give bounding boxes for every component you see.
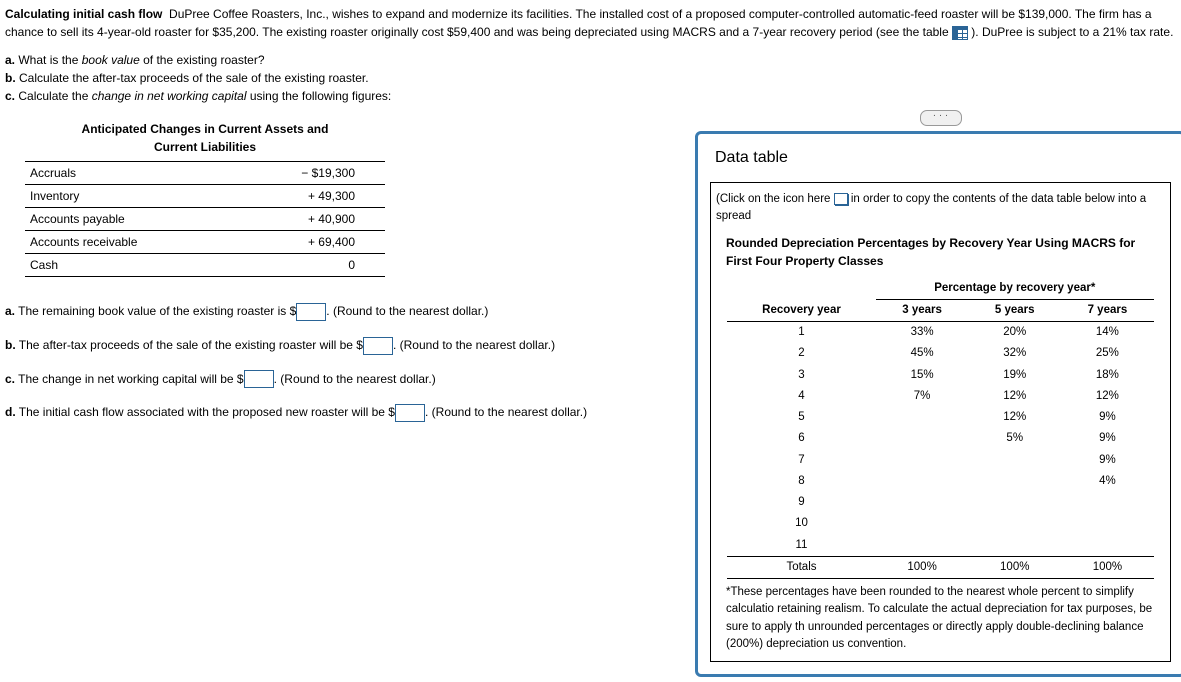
answer-a: a.a. The remaining book value of the exi… [5,302,685,321]
answer-d: d. The initial cash flow associated with… [5,403,685,422]
input-c[interactable] [244,370,274,388]
panel-title: Data table [715,146,1171,170]
super-header: Percentage by recovery year* [876,278,1154,300]
col-header: 3 years [876,299,969,321]
input-b[interactable] [363,337,393,355]
totals-row: Totals 100% 100% 100% [727,556,1154,578]
col-header: Recovery year [727,299,876,321]
table-row: 47%12%12% [727,386,1154,407]
table-row: Accruals− $19,300 [25,162,385,185]
answer-b: b. The after-tax proceeds of the sale of… [5,336,685,355]
changes-title-1: Anticipated Changes in Current Assets an… [82,122,329,136]
question-c: c. Calculate the change in net working c… [5,87,1181,105]
changes-table: Anticipated Changes in Current Assets an… [25,120,685,277]
table-row: Cash0 [25,254,385,277]
table-row: 10 [727,513,1154,534]
table-icon[interactable] [952,26,968,40]
question-b: b. Calculate the after-tax proceeds of t… [5,69,1181,87]
problem-intro: Calculating initial cash flow DuPree Cof… [5,5,1181,41]
click-note: (Click on the icon here in order to copy… [716,191,1165,226]
question-a: a. What is the book value of the existin… [5,51,1181,69]
answer-c: c. The change in net working capital wil… [5,370,685,389]
intro-end: ). DuPree is subject to a 21% tax rate. [968,25,1173,39]
col-header: 7 years [1061,299,1154,321]
macrs-title: Rounded Depreciation Percentages by Reco… [726,234,1165,270]
copy-icon[interactable] [834,193,848,205]
table-row: 11 [727,535,1154,557]
table-row: 315%19%18% [727,365,1154,386]
table-row: Accounts receivable+ 69,400 [25,231,385,254]
table-row: 512%9% [727,407,1154,428]
table-row: 245%32%25% [727,343,1154,364]
table-row: 9 [727,492,1154,513]
col-header: 5 years [968,299,1061,321]
footnote: *These percentages have been rounded to … [716,584,1165,653]
data-panel: Data table (Click on the icon here in or… [695,131,1181,677]
input-d[interactable] [395,404,425,422]
input-a[interactable] [296,303,326,321]
table-row: Inventory+ 49,300 [25,185,385,208]
macrs-table: Percentage by recovery year* Recovery ye… [727,278,1154,580]
ellipsis-button[interactable]: · · · [920,110,962,126]
table-row: 65%9% [727,428,1154,449]
problem-title: Calculating initial cash flow [5,7,162,21]
table-row: Accounts payable+ 40,900 [25,208,385,231]
table-row: 79% [727,450,1154,471]
table-row: 84% [727,471,1154,492]
changes-title-2: Current Liabilities [154,140,256,154]
table-row: 133%20%14% [727,322,1154,344]
sub-questions: a. What is the book value of the existin… [5,51,1181,105]
